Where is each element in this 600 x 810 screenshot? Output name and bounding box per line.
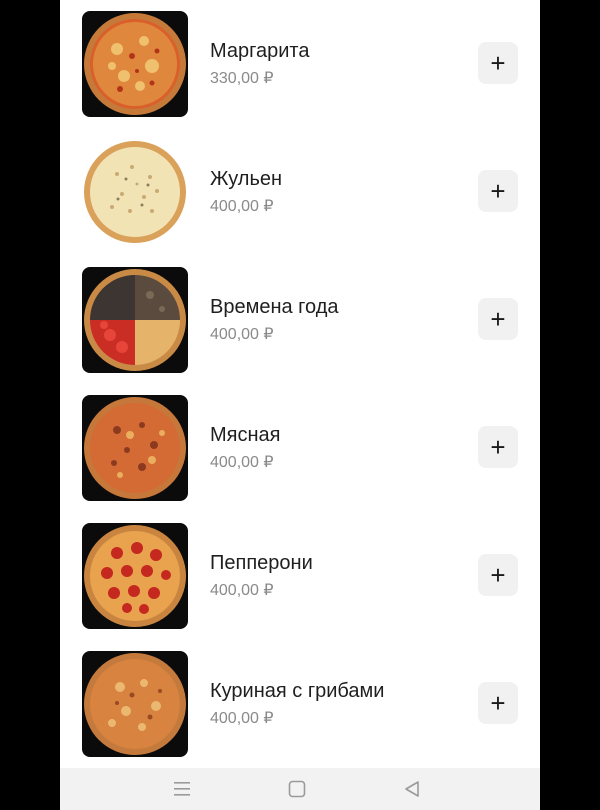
add-to-cart-button[interactable]: + — [478, 42, 518, 84]
plus-icon: + — [490, 304, 506, 334]
menu-item-margarita[interactable]: Маргарита 330,00 ₽ + — [60, 0, 540, 128]
home-icon[interactable] — [267, 768, 327, 810]
system-navigation-bar — [60, 768, 540, 810]
pizza-julienne-image — [82, 139, 188, 245]
item-name: Куриная с грибами — [210, 680, 385, 702]
pizza-four-seasons-image — [82, 267, 188, 373]
plus-icon: + — [490, 560, 506, 590]
pizza-meat-image — [82, 395, 188, 501]
item-price: 400,00 ₽ — [210, 326, 274, 343]
menu-item-julienne[interactable]: Жульен 400,00 ₽ + — [60, 128, 540, 256]
item-name: Пепперони — [210, 552, 313, 574]
menu-item-chicken-mushroom[interactable]: Куриная с грибами 400,00 ₽ + — [60, 640, 540, 768]
add-to-cart-button[interactable]: + — [478, 298, 518, 340]
add-to-cart-button[interactable]: + — [478, 682, 518, 724]
item-name: Жульен — [210, 168, 283, 190]
app-screen: Маргарита 330,00 ₽ + Жульен 400,00 ₽ + В… — [60, 0, 540, 810]
menu-item-pepperoni[interactable]: Пепперони 400,00 ₽ + — [60, 512, 540, 640]
item-name: Мясная — [210, 424, 281, 446]
item-price: 400,00 ₽ — [210, 454, 274, 471]
add-to-cart-button[interactable]: + — [478, 554, 518, 596]
pizza-chicken-mushroom-image — [82, 651, 188, 757]
item-price: 330,00 ₽ — [210, 70, 274, 87]
plus-icon: + — [490, 688, 506, 718]
add-to-cart-button[interactable]: + — [478, 170, 518, 212]
item-price: 400,00 ₽ — [210, 710, 274, 727]
pizza-margherita-image — [82, 11, 188, 117]
menu-item-meat[interactable]: Мясная 400,00 ₽ + — [60, 384, 540, 512]
plus-icon: + — [490, 176, 506, 206]
item-price: 400,00 ₽ — [210, 582, 274, 599]
menu-item-four-seasons[interactable]: Времена года 400,00 ₽ + — [60, 256, 540, 384]
add-to-cart-button[interactable]: + — [478, 426, 518, 468]
plus-icon: + — [490, 48, 506, 78]
item-price: 400,00 ₽ — [210, 198, 274, 215]
item-name: Времена года — [210, 296, 339, 318]
back-icon[interactable] — [382, 768, 442, 810]
item-name: Маргарита — [210, 40, 310, 62]
pizza-pepperoni-image — [82, 523, 188, 629]
menu-icon[interactable] — [152, 768, 212, 810]
plus-icon: + — [490, 432, 506, 462]
